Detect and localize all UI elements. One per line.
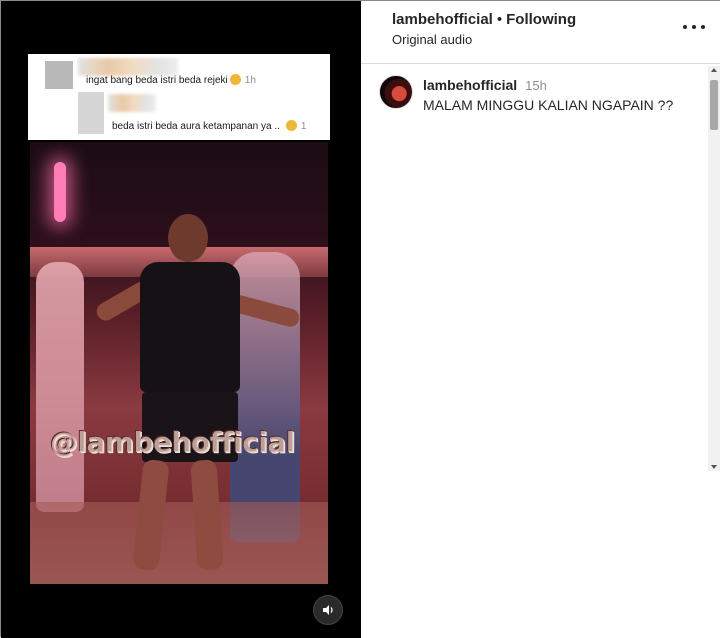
post-dialog: ingat bang beda istri beda rejeki 1h beda…	[0, 0, 720, 638]
scroll-up-arrow-icon[interactable]	[711, 68, 717, 72]
avatar[interactable]	[379, 75, 413, 109]
commenter-avatar	[78, 92, 104, 134]
header-username-link[interactable]: lambehofficial	[392, 11, 493, 28]
scrollbar[interactable]	[708, 66, 720, 471]
original-audio-link[interactable]: Original audio	[392, 32, 472, 47]
mute-toggle-button[interactable]	[313, 595, 343, 625]
details-panel: lambehofficial • Following Original audio …	[361, 1, 720, 638]
scroll-thumb[interactable]	[710, 80, 718, 130]
comment-text-1: ingat bang beda istri beda rejeki 1h	[86, 74, 256, 86]
separator: •	[496, 11, 503, 28]
post-header: lambehofficial • Following Original audio	[361, 1, 720, 64]
video-watermark: @lambehofficial	[50, 426, 296, 459]
commenter-avatar	[45, 61, 73, 89]
more-options-icon[interactable]	[683, 17, 705, 37]
video-frame[interactable]: @lambehofficial	[30, 142, 328, 584]
scroll-down-arrow-icon[interactable]	[711, 465, 717, 469]
caption-user: lambehofficial 15h	[423, 77, 547, 93]
comment-1: ingat bang beda istri beda rejeki 1h	[28, 58, 330, 98]
caption-username-link[interactable]: lambehofficial	[423, 77, 517, 93]
comment-2: beda istri beda aura ketampanan ya .. 1	[28, 92, 330, 134]
post-time: 15h	[525, 78, 547, 93]
following-button[interactable]: Following	[506, 11, 576, 28]
blurred-username	[108, 94, 156, 112]
caption-text: MALAM MINGGU KALIAN NGAPAIN ??	[423, 97, 674, 113]
sad-face-icon	[285, 120, 297, 131]
header-user: lambehofficial • Following	[392, 11, 576, 28]
sad-face-icon	[229, 74, 241, 85]
comment-text-2: beda istri beda aura ketampanan ya .. 1	[112, 120, 307, 132]
media-pane[interactable]: ingat bang beda istri beda rejeki 1h beda…	[1, 1, 361, 638]
speaker-icon	[323, 605, 333, 615]
comment-screenshot: ingat bang beda istri beda rejeki 1h beda…	[28, 54, 330, 140]
